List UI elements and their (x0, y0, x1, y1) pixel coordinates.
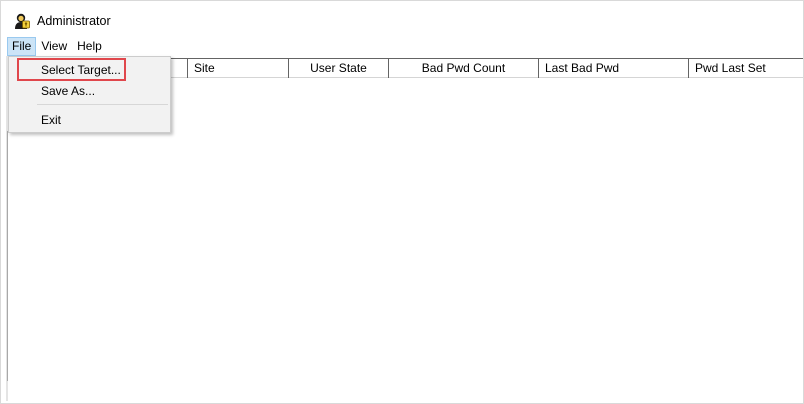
title-bar: Administrator (7, 9, 111, 33)
user-key-icon (13, 12, 31, 30)
column-header-pwd-last-set[interactable]: Pwd Last Set (689, 59, 803, 78)
file-menu-dropdown: Select Target... Save As... Exit (8, 56, 171, 133)
menu-item-exit[interactable]: Exit (9, 110, 170, 130)
menu-file[interactable]: File (7, 37, 37, 56)
window-edge-shadow (7, 131, 8, 381)
column-header-site[interactable]: Site (188, 59, 289, 78)
column-header-user-state[interactable]: User State (289, 59, 389, 78)
menu-item-select-target[interactable]: Select Target... (9, 60, 170, 80)
menu-bar: File View Help (7, 37, 107, 56)
column-header-bad-pwd-count[interactable]: Bad Pwd Count (389, 59, 539, 78)
menu-item-save-as[interactable]: Save As... (9, 81, 170, 101)
app-window: Administrator File View Help Site User S… (0, 0, 804, 404)
menu-help[interactable]: Help (72, 37, 107, 56)
window-title: Administrator (37, 14, 111, 28)
menu-view[interactable]: View (36, 37, 72, 56)
column-header-last-bad-pwd[interactable]: Last Bad Pwd (539, 59, 689, 78)
menu-separator (37, 104, 168, 105)
